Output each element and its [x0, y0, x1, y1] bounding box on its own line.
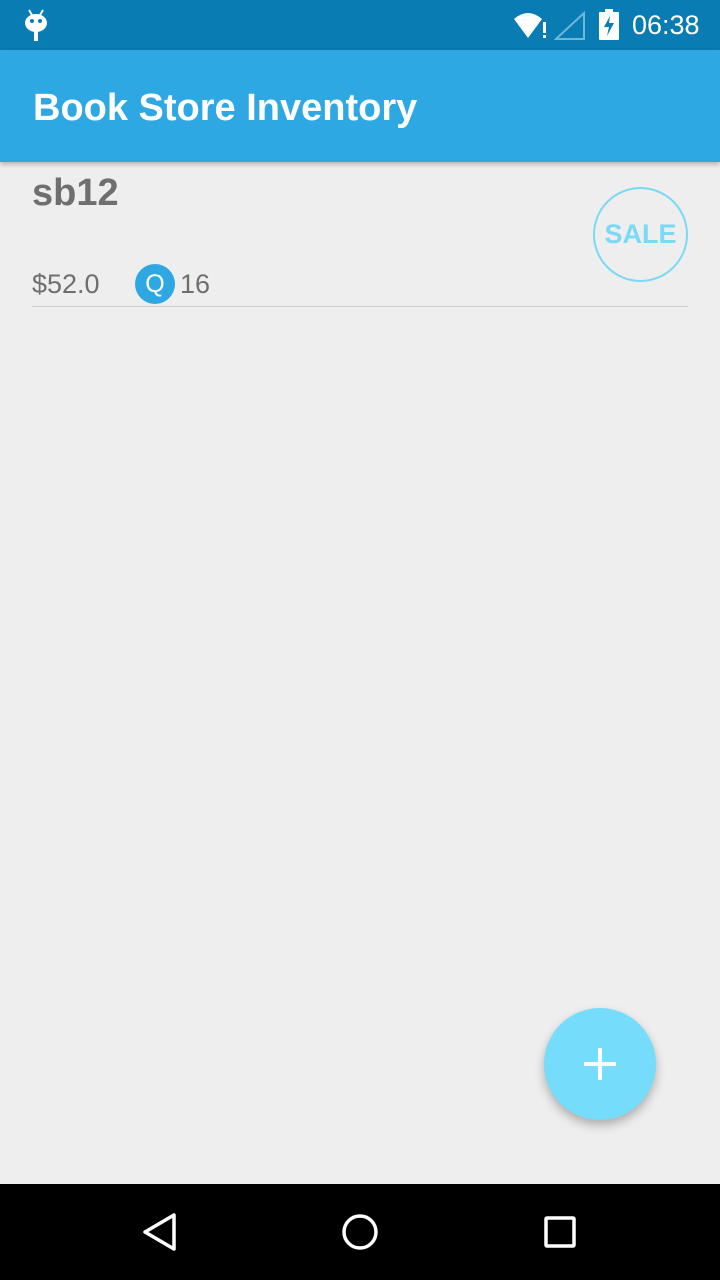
- android-icon: [25, 9, 47, 41]
- product-name: sb12: [32, 172, 119, 214]
- status-clock: 06:38: [632, 10, 700, 40]
- home-icon[interactable]: [336, 1208, 384, 1256]
- app-title: Book Store Inventory: [33, 87, 418, 129]
- battery-charging-icon: [599, 9, 619, 40]
- navigation-bar: [0, 1184, 720, 1280]
- product-quantity: 16: [180, 269, 211, 299]
- app-bar: Book Store Inventory: [0, 50, 720, 162]
- inventory-list-item[interactable]: sb12 $52.0 Q 16 SALE: [32, 162, 688, 307]
- plus-icon: [584, 1048, 616, 1080]
- signal-icon: [554, 11, 585, 40]
- back-icon[interactable]: [136, 1208, 184, 1256]
- add-product-button[interactable]: [544, 1008, 656, 1120]
- product-price: $52.0: [32, 269, 100, 299]
- recents-icon[interactable]: [536, 1208, 584, 1256]
- quantity-badge: Q: [135, 264, 175, 304]
- wifi-icon: [514, 13, 546, 38]
- status-bar: 06:38: [0, 0, 720, 50]
- sale-button[interactable]: SALE: [593, 187, 688, 282]
